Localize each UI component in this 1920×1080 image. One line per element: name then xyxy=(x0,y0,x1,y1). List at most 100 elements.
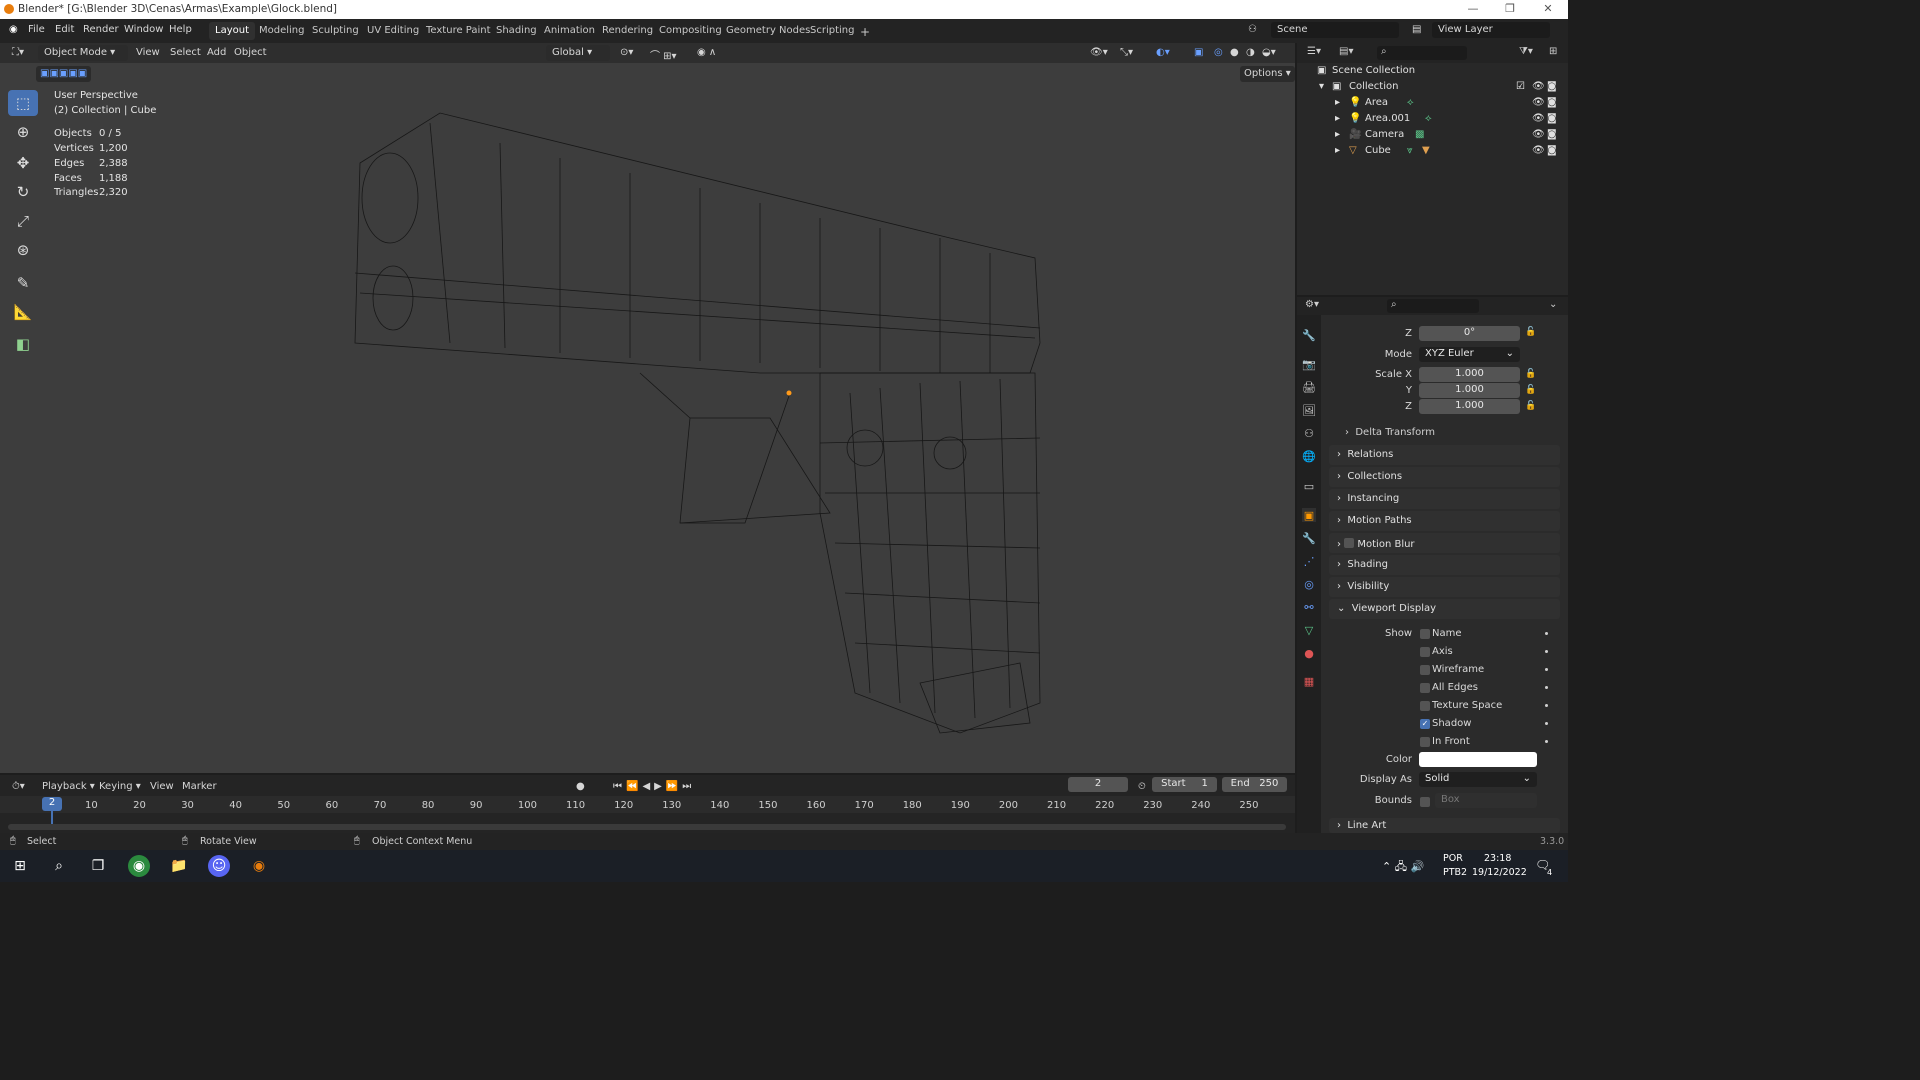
output-tab-icon[interactable]: 🖨 xyxy=(1302,380,1316,394)
tool-tab-icon[interactable]: 🔧 xyxy=(1302,328,1316,342)
eye-icon[interactable]: 👁 xyxy=(1532,129,1545,140)
keyframe-dot-icon[interactable] xyxy=(1545,668,1548,671)
menu-render[interactable]: Render xyxy=(83,24,119,35)
task-view-icon[interactable]: ❐ xyxy=(87,855,109,877)
menu-help[interactable]: Help xyxy=(169,24,192,35)
outliner-item-area001[interactable]: ▸ 💡 Area.001 ⟡ 👁 ◙ xyxy=(1297,113,1568,129)
expand-icon[interactable]: ▸ xyxy=(1335,145,1340,156)
panel-collections[interactable]: › Collections xyxy=(1329,467,1560,487)
camera-render-icon[interactable]: ◙ xyxy=(1547,113,1557,124)
keyframe-dot-icon[interactable] xyxy=(1545,632,1548,635)
scene-tab-icon[interactable]: ⚇ xyxy=(1302,426,1316,440)
current-frame-field[interactable]: 2 xyxy=(1068,777,1128,792)
clock-icon[interactable]: ⏲ xyxy=(1134,779,1150,795)
rotation-mode-dropdown[interactable]: XYZ Euler ⌄ xyxy=(1419,347,1520,362)
pivot-icon[interactable]: ⊙▾ xyxy=(616,45,637,61)
editor-type-icon[interactable]: ☰▾ xyxy=(1307,46,1321,57)
playback-controls[interactable]: ⏮⏪◀▶⏩⏭ xyxy=(609,779,699,795)
tab-compositing[interactable]: Compositing xyxy=(653,22,728,40)
timeline-menu-playback[interactable]: Playback ▾ xyxy=(38,779,99,795)
measure-tool-icon[interactable]: 📐 xyxy=(8,299,38,325)
scale-x-field[interactable]: 1.000 xyxy=(1419,367,1520,382)
panel-line-art[interactable]: › Line Art xyxy=(1329,818,1560,833)
camera-render-icon[interactable]: ◙ xyxy=(1547,145,1557,156)
keyframe-dot-icon[interactable] xyxy=(1545,722,1548,725)
texture-tab-icon[interactable]: ▦ xyxy=(1302,674,1316,688)
menu-file[interactable]: File xyxy=(28,24,45,35)
tab-sculpting[interactable]: Sculpting xyxy=(306,22,365,40)
panel-motion-blur[interactable]: › Motion Blur xyxy=(1329,533,1560,553)
lang-sub-label[interactable]: PTB2 xyxy=(1443,867,1467,878)
subpanel-delta-transform[interactable]: › Delta Transform xyxy=(1345,427,1435,438)
outliner-item-camera[interactable]: ▸ 🎥 Camera ▩ 👁 ◙ xyxy=(1297,129,1568,145)
scale-y-field[interactable]: 1.000 xyxy=(1419,383,1520,398)
outliner-item-cube[interactable]: ▸ ▽ Cube ⩔ ▼ 👁 ◙ xyxy=(1297,145,1568,161)
windows-start-icon[interactable]: ⊞ xyxy=(9,855,31,877)
discord-icon[interactable]: ☺ xyxy=(208,855,230,877)
particles-tab-icon[interactable]: ⋰ xyxy=(1302,554,1316,568)
show-checkbox[interactable] xyxy=(1420,629,1430,639)
orientation-dropdown[interactable]: Global ▾ xyxy=(546,45,610,61)
transform-tool-icon[interactable]: ⊛ xyxy=(8,237,38,263)
lock-icon[interactable]: 🔓 xyxy=(1525,369,1536,379)
editor-type-icon[interactable]: ⛶▾ xyxy=(8,45,28,61)
show-checkbox[interactable]: ✓ xyxy=(1420,719,1430,729)
panel-motion-paths[interactable]: › Motion Paths xyxy=(1329,511,1560,531)
tab-animation[interactable]: Animation xyxy=(538,22,601,40)
snap-icon[interactable]: ⌒ ⊞▾ xyxy=(646,45,681,62)
select-mode-icons[interactable]: ▣▣▣▣▣ xyxy=(36,66,92,82)
motion-blur-checkbox[interactable] xyxy=(1344,538,1355,548)
tab-texture-paint[interactable]: Texture Paint xyxy=(420,22,497,40)
start-frame-field[interactable]: Start 1 xyxy=(1152,777,1217,792)
lock-icon[interactable]: 🔓 xyxy=(1525,327,1536,337)
display-mode-icon[interactable]: ▤▾ xyxy=(1339,46,1353,57)
end-frame-field[interactable]: End 250 xyxy=(1222,777,1287,792)
keyframe-dot-icon[interactable] xyxy=(1545,740,1548,743)
lock-icon[interactable]: 🔓 xyxy=(1525,401,1536,411)
display-as-dropdown[interactable]: Solid ⌄ xyxy=(1419,772,1537,787)
show-checkbox[interactable] xyxy=(1420,647,1430,657)
camera-render-icon[interactable]: ◙ xyxy=(1547,97,1557,108)
tab-modeling[interactable]: Modeling xyxy=(253,22,311,40)
show-checkbox[interactable] xyxy=(1420,683,1430,693)
editor-type-icon[interactable]: ⏱▾ xyxy=(8,779,29,795)
bounds-checkbox[interactable] xyxy=(1420,797,1430,807)
rotate-tool-icon[interactable]: ↻ xyxy=(8,179,38,205)
outliner-search-input[interactable]: ⌕ xyxy=(1377,46,1467,60)
constraints-tab-icon[interactable]: ⚯ xyxy=(1302,600,1316,614)
rendered-shading-icon[interactable]: ◒▾ xyxy=(1258,45,1280,61)
chevron-down-icon[interactable]: ⌄ xyxy=(1549,299,1557,310)
show-checkbox[interactable] xyxy=(1420,737,1430,747)
view-layer-field[interactable]: View Layer xyxy=(1432,22,1550,38)
outliner-scene-collection[interactable]: ▣ Scene Collection xyxy=(1297,65,1568,81)
editor-type-icon[interactable]: ⚙▾ xyxy=(1305,299,1319,310)
add-workspace-icon[interactable]: + xyxy=(854,22,876,40)
new-collection-icon[interactable]: ⊞ xyxy=(1549,46,1557,57)
tab-rendering[interactable]: Rendering xyxy=(596,22,659,40)
eye-icon[interactable]: 👁 xyxy=(1532,97,1545,108)
close-icon[interactable]: ✕ xyxy=(1541,2,1555,15)
eye-icon[interactable]: 👁 xyxy=(1532,113,1545,124)
material-shading-icon[interactable]: ◑ xyxy=(1242,45,1259,61)
timeline-menu-keying[interactable]: Keying ▾ xyxy=(95,779,145,795)
timeline-menu-view[interactable]: View xyxy=(146,779,178,795)
collection-tab-icon[interactable]: ▭ xyxy=(1302,479,1316,493)
timeline-scrollbar[interactable] xyxy=(8,824,1286,830)
panel-instancing[interactable]: › Instancing xyxy=(1329,489,1560,509)
menu-window[interactable]: Window xyxy=(124,24,163,35)
modifier-tab-icon[interactable]: 🔧 xyxy=(1302,531,1316,545)
clock-date[interactable]: 19/12/2022 xyxy=(1472,867,1527,878)
wireframe-shading-icon[interactable]: ◎ xyxy=(1210,45,1227,61)
bounds-dropdown[interactable]: Box xyxy=(1435,793,1537,808)
move-tool-icon[interactable]: ✥ xyxy=(8,150,38,176)
tab-geometry-nodes[interactable]: Geometry Nodes xyxy=(720,22,816,40)
viewport-menu-select[interactable]: Select xyxy=(166,45,205,61)
panel-visibility[interactable]: › Visibility xyxy=(1329,577,1560,597)
filter-icon[interactable]: ⧩▾ xyxy=(1519,46,1533,57)
panel-shading[interactable]: › Shading xyxy=(1329,555,1560,575)
annotate-tool-icon[interactable]: ✎ xyxy=(8,270,38,296)
viewport-menu-object[interactable]: Object xyxy=(230,45,271,61)
viewport-menu-add[interactable]: Add xyxy=(203,45,230,61)
object-tab-icon[interactable]: ▣ xyxy=(1302,508,1316,522)
collapse-icon[interactable]: ▾ xyxy=(1319,81,1324,92)
